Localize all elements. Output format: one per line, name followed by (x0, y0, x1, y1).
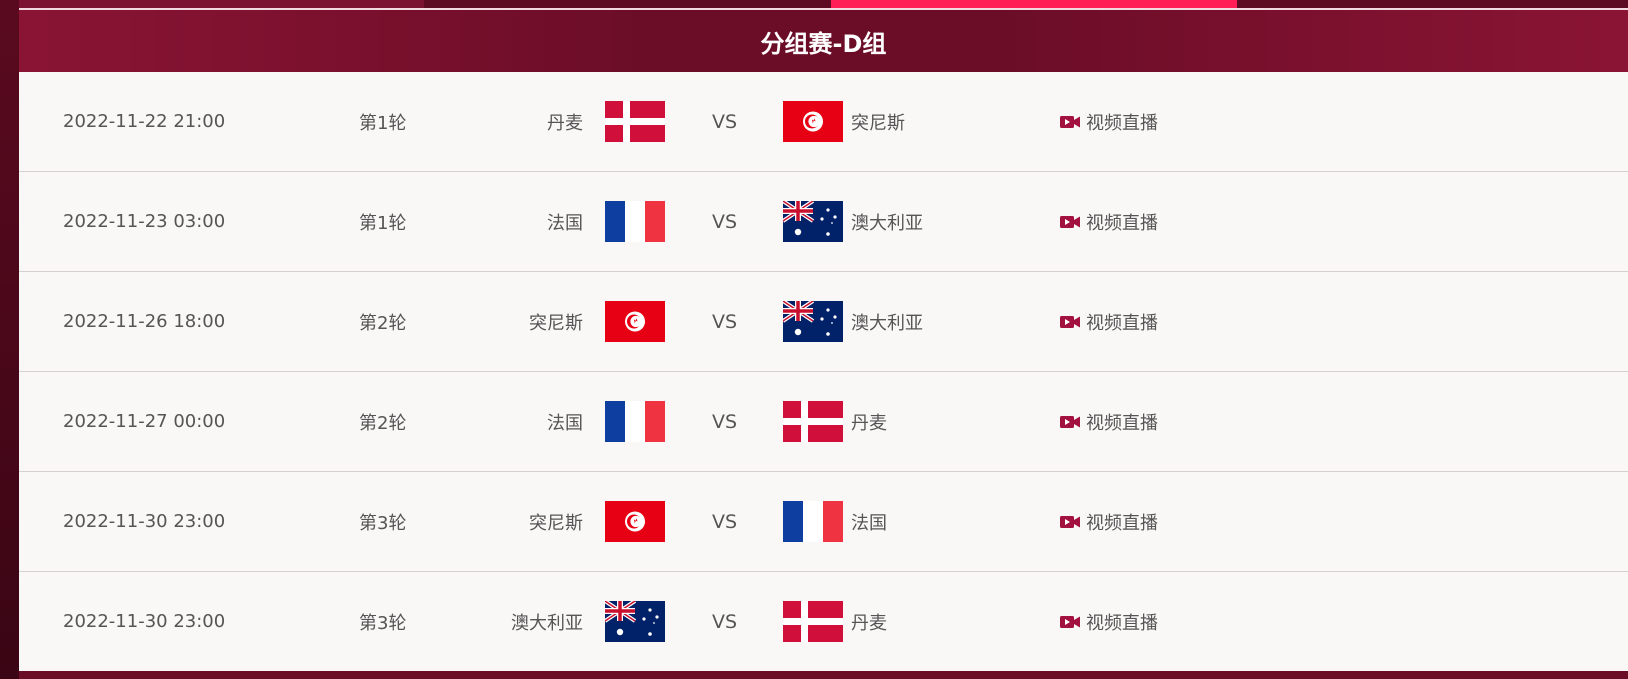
match-table: 2022-11-22 21:00 第1轮 丹麦 VS 突尼斯 视频直播 2022-11-23… (19, 72, 1628, 672)
france-flag-icon (605, 201, 665, 242)
video-live-link[interactable]: 视频直播 (1060, 272, 1158, 371)
match-round: 第2轮 (359, 412, 407, 434)
home-team-flag (605, 172, 665, 271)
denmark-flag-icon (783, 401, 843, 442)
away-team-flag (783, 172, 843, 271)
vs-label: VS (712, 610, 738, 633)
home-team-name: 突尼斯 (529, 512, 583, 534)
video-camera-icon (1060, 315, 1080, 328)
away-team-flag (783, 472, 843, 571)
video-live-label: 视频直播 (1086, 412, 1158, 434)
home-team-flag (605, 72, 665, 171)
match-row: 2022-11-22 21:00 第1轮 丹麦 VS 突尼斯 视频直播 (19, 72, 1628, 172)
video-live-link[interactable]: 视频直播 (1060, 72, 1158, 171)
bottom-bar (19, 671, 1628, 679)
match-round: 第3轮 (359, 612, 407, 634)
vs-label: VS (712, 110, 738, 133)
video-live-label: 视频直播 (1086, 112, 1158, 134)
video-camera-icon (1060, 115, 1080, 128)
away-team-name: 突尼斯 (851, 112, 905, 134)
tunisia-flag-icon (605, 501, 665, 542)
away-team-name: 法国 (851, 512, 887, 534)
home-team-name: 丹麦 (547, 112, 583, 134)
match-time: 2022-11-22 21:00 (63, 111, 226, 132)
away-team-name: 澳大利亚 (851, 312, 923, 334)
vs-label: VS (712, 210, 738, 233)
match-round: 第3轮 (359, 512, 407, 534)
tab-active[interactable] (831, 0, 1237, 8)
match-time: 2022-11-26 18:00 (63, 311, 226, 332)
home-team-name: 突尼斯 (529, 312, 583, 334)
away-team-name: 澳大利亚 (851, 212, 923, 234)
denmark-flag-icon (605, 101, 665, 142)
match-round: 第1轮 (359, 212, 407, 234)
home-team-flag (605, 372, 665, 471)
group-header: 分组赛-D组 (19, 10, 1628, 72)
home-team-name: 法国 (547, 412, 583, 434)
page-background-left (0, 0, 19, 679)
vs-label: VS (712, 510, 738, 533)
australia-flag-icon (783, 301, 843, 342)
video-camera-icon (1060, 515, 1080, 528)
france-flag-icon (605, 401, 665, 442)
video-live-link[interactable]: 视频直播 (1060, 472, 1158, 571)
vs-label: VS (712, 410, 738, 433)
away-team-name: 丹麦 (851, 612, 887, 634)
video-live-label: 视频直播 (1086, 612, 1158, 634)
australia-flag-icon (605, 601, 665, 642)
video-camera-icon (1060, 215, 1080, 228)
match-row: 2022-11-30 23:00 第3轮 突尼斯 VS 法国 视频直播 (19, 472, 1628, 572)
home-team-name: 法国 (547, 212, 583, 234)
match-row: 2022-11-23 03:00 第1轮 法国 VS 澳大利亚 视频直播 (19, 172, 1628, 272)
group-title: 分组赛-D组 (760, 29, 887, 58)
video-live-link[interactable]: 视频直播 (1060, 172, 1158, 271)
video-live-label: 视频直播 (1086, 512, 1158, 534)
australia-flag-icon (783, 201, 843, 242)
tunisia-flag-icon (783, 101, 843, 142)
away-team-flag (783, 272, 843, 371)
tab-inactive[interactable] (19, 0, 424, 8)
video-camera-icon (1060, 415, 1080, 428)
match-round: 第2轮 (359, 312, 407, 334)
match-row: 2022-11-27 00:00 第2轮 法国 VS 丹麦 视频直播 (19, 372, 1628, 472)
away-team-flag (783, 72, 843, 171)
away-team-flag (783, 372, 843, 471)
home-team-flag (605, 472, 665, 571)
away-team-flag (783, 572, 843, 671)
video-live-link[interactable]: 视频直播 (1060, 372, 1158, 471)
match-time: 2022-11-30 23:00 (63, 511, 226, 532)
match-row: 2022-11-30 23:00 第3轮 澳大利亚 VS 丹麦 视频直播 (19, 572, 1628, 672)
home-team-flag (605, 272, 665, 371)
match-row: 2022-11-26 18:00 第2轮 突尼斯 VS 澳大利亚 视频直播 (19, 272, 1628, 372)
france-flag-icon (783, 501, 843, 542)
video-live-link[interactable]: 视频直播 (1060, 572, 1158, 671)
away-team-name: 丹麦 (851, 412, 887, 434)
match-time: 2022-11-23 03:00 (63, 211, 226, 232)
tunisia-flag-icon (605, 301, 665, 342)
match-round: 第1轮 (359, 112, 407, 134)
video-camera-icon (1060, 615, 1080, 628)
match-time: 2022-11-30 23:00 (63, 611, 226, 632)
video-live-label: 视频直播 (1086, 312, 1158, 334)
denmark-flag-icon (783, 601, 843, 642)
vs-label: VS (712, 310, 738, 333)
home-team-name: 澳大利亚 (511, 612, 583, 634)
home-team-flag (605, 572, 665, 671)
match-time: 2022-11-27 00:00 (63, 411, 226, 432)
video-live-label: 视频直播 (1086, 212, 1158, 234)
